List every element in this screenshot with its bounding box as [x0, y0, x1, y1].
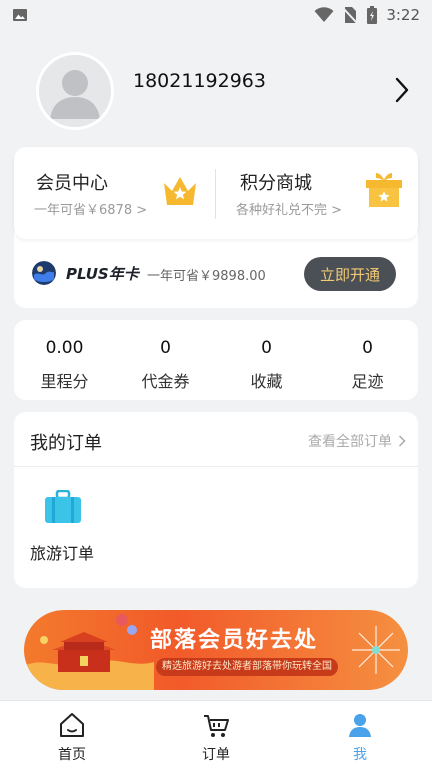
points-mall-subtitle: 各种好礼兑不完 > [236, 203, 343, 218]
plus-card[interactable]: PLUS年卡 一年可省￥9898.00 立即开通 [14, 232, 418, 308]
stat-value: 0.00 [45, 338, 84, 358]
stat-footprints[interactable]: 0 足迹 [317, 320, 418, 400]
promo-banner[interactable]: 部落会员好去处 精选旅游好去处游者部落带你玩转全国 [24, 610, 408, 690]
profile-header[interactable]: 18021192963 [0, 48, 432, 134]
chevron-right-icon [398, 435, 406, 447]
orders-card: 我的订单 查看全部订单 旅游订单 [14, 412, 418, 588]
travel-orders-label: 旅游订单 [30, 544, 95, 563]
stat-vouchers[interactable]: 0 代金券 [115, 320, 216, 400]
nav-me-label: 我 [353, 747, 367, 763]
luggage-icon [45, 490, 81, 523]
stat-label: 收藏 [250, 372, 283, 391]
user-icon [349, 714, 371, 737]
crown-icon [164, 177, 196, 205]
view-all-orders-label: 查看全部订单 [308, 434, 392, 450]
banner-subtitle: 精选旅游好去处游者部落带你玩转全国 [156, 658, 338, 676]
nav-home-label: 首页 [58, 747, 86, 763]
plus-globe-icon [32, 261, 56, 285]
chevron-right-icon[interactable] [392, 76, 412, 104]
bottom-nav: 首页 订单 我 [0, 700, 432, 768]
fireworks-illustration [352, 626, 400, 674]
plus-open-button[interactable]: 立即开通 [304, 257, 396, 291]
stat-mileage[interactable]: 0.00 里程分 [14, 320, 115, 400]
stats-card: 0.00 里程分 0 代金券 0 收藏 0 足迹 [14, 320, 418, 400]
battery-charging-icon [367, 6, 378, 24]
user-phone: 18021192963 [133, 70, 266, 92]
cart-icon [204, 715, 229, 737]
default-avatar-icon [50, 70, 100, 119]
view-all-orders-link[interactable]: 查看全部订单 [308, 431, 406, 451]
stat-label: 足迹 [351, 372, 384, 391]
stat-favorites[interactable]: 0 收藏 [216, 320, 317, 400]
points-mall-entry[interactable]: 积分商城 各种好礼兑不完 > [216, 147, 418, 239]
home-icon [60, 713, 84, 737]
no-sim-icon [342, 7, 359, 24]
nav-orders[interactable]: 订单 [144, 701, 288, 768]
travel-orders-item[interactable]: 旅游订单 [30, 490, 110, 570]
nav-me[interactable]: 我 [288, 701, 432, 768]
tiananmen-illustration [24, 614, 154, 690]
orders-title: 我的订单 [30, 433, 102, 454]
stat-label: 里程分 [40, 372, 89, 391]
plus-title: PLUS年卡 [66, 265, 139, 283]
points-mall-title: 积分商城 [240, 173, 312, 194]
member-center-subtitle: 一年可省￥6878 > [34, 203, 148, 218]
plus-subtitle: 一年可省￥9898.00 [147, 269, 266, 284]
stat-label: 代金券 [141, 372, 190, 391]
wifi-icon [314, 7, 334, 22]
image-icon [13, 9, 27, 21]
orders-header: 我的订单 查看全部订单 [14, 412, 418, 467]
stat-value: 0 [362, 338, 373, 358]
status-bar: 3:22 [0, 0, 432, 30]
stat-value: 0 [160, 338, 171, 358]
stat-value: 0 [261, 338, 272, 358]
member-center-title: 会员中心 [36, 173, 108, 194]
avatar[interactable] [36, 52, 114, 130]
status-time: 3:22 [386, 6, 420, 24]
gift-icon [366, 173, 402, 207]
nav-orders-label: 订单 [202, 747, 230, 763]
member-card: 会员中心 一年可省￥6878 > 积分商城 各种好礼兑不完 > [14, 147, 418, 239]
member-center-entry[interactable]: 会员中心 一年可省￥6878 > [14, 147, 216, 239]
banner-title: 部落会员好去处 [150, 628, 319, 653]
nav-home[interactable]: 首页 [0, 701, 144, 768]
